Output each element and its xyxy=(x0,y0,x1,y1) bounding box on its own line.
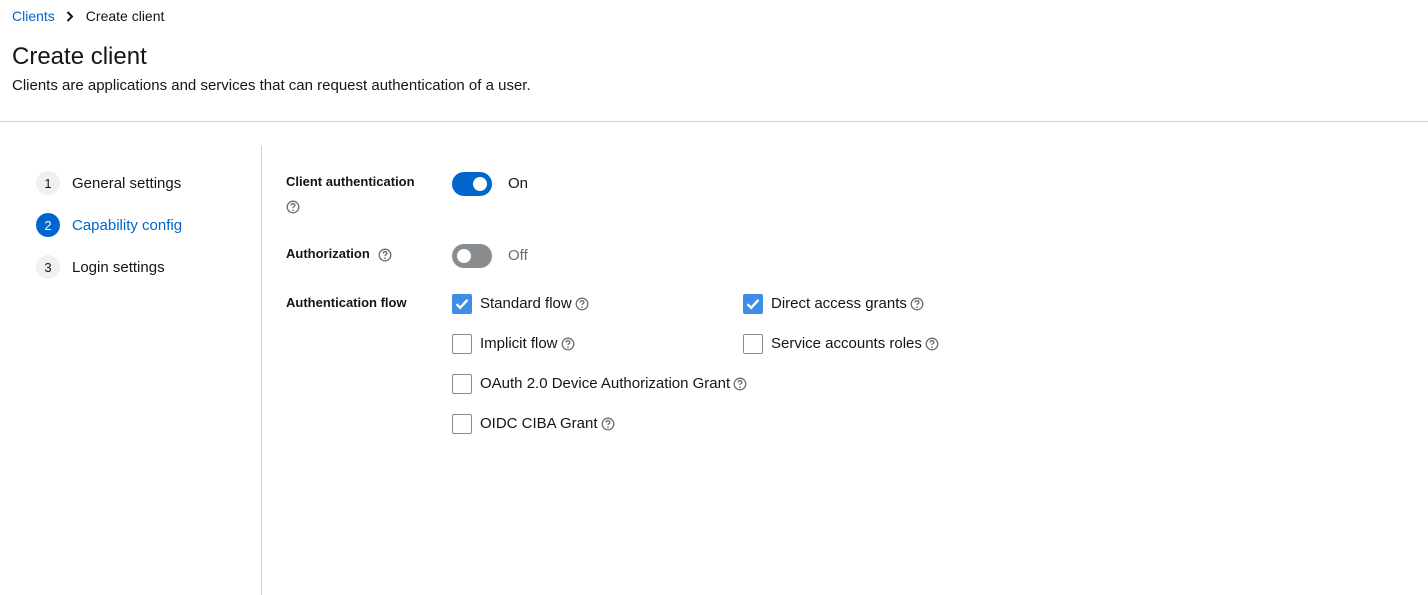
direct-access-grants-label[interactable]: Direct access grants xyxy=(771,294,907,314)
help-icon[interactable] xyxy=(733,377,747,391)
oauth-device-authorization-grant-option: OAuth 2.0 Device Authorization Grant xyxy=(452,374,747,394)
help-icon[interactable] xyxy=(925,337,939,351)
standard-flow-checkbox[interactable] xyxy=(452,294,472,314)
chevron-right-icon xyxy=(66,10,74,22)
client-authentication-label: Client authentication xyxy=(286,173,415,214)
implicit-flow-option: Implicit flow xyxy=(452,334,575,354)
wizard-step-general-settings[interactable]: 1 General settings xyxy=(36,170,251,196)
standard-flow-option: Standard flow xyxy=(452,294,589,314)
direct-access-grants-checkbox[interactable] xyxy=(743,294,763,314)
step-number: 2 xyxy=(36,213,60,237)
step-label: General settings xyxy=(72,174,182,192)
implicit-flow-label[interactable]: Implicit flow xyxy=(480,334,558,354)
step-label: Login settings xyxy=(72,258,165,276)
service-accounts-roles-checkbox[interactable] xyxy=(743,334,763,354)
create-client-page: Clients Create client Create client Clie… xyxy=(0,0,1428,595)
client-authentication-state: On xyxy=(508,175,529,192)
wizard-nav: 1 General settings 2 Capability config 3… xyxy=(36,170,251,296)
breadcrumb: Clients Create client xyxy=(12,7,164,25)
step-label: Capability config xyxy=(72,216,183,234)
service-accounts-roles-label[interactable]: Service accounts roles xyxy=(771,334,922,354)
authorization-label: Authorization xyxy=(286,245,392,263)
authorization-switch[interactable] xyxy=(452,244,492,268)
standard-flow-label[interactable]: Standard flow xyxy=(480,294,572,314)
step-number: 3 xyxy=(36,255,60,279)
authentication-flow-label: Authentication flow xyxy=(286,295,407,310)
header-divider xyxy=(0,121,1428,122)
help-icon[interactable] xyxy=(561,337,575,351)
oauth-device-authorization-grant-checkbox[interactable] xyxy=(452,374,472,394)
page-title: Create client xyxy=(12,43,147,70)
client-authentication-switch[interactable] xyxy=(452,172,492,196)
help-icon[interactable] xyxy=(910,297,924,311)
step-number: 1 xyxy=(36,171,60,195)
help-icon[interactable] xyxy=(575,297,589,311)
oidc-ciba-grant-label[interactable]: OIDC CIBA Grant xyxy=(480,414,598,434)
breadcrumb-current: Create client xyxy=(85,8,165,24)
help-icon[interactable] xyxy=(601,417,615,431)
checkmark-icon xyxy=(455,298,469,310)
wizard-divider xyxy=(261,146,262,595)
direct-access-grants-option: Direct access grants xyxy=(743,294,924,314)
oidc-ciba-grant-option: OIDC CIBA Grant xyxy=(452,414,615,434)
breadcrumb-link-clients[interactable]: Clients xyxy=(12,8,55,24)
client-authentication-label-text: Client authentication xyxy=(286,174,415,189)
authorization-state: Off xyxy=(508,247,528,264)
switch-knob xyxy=(473,177,487,191)
authorization-label-text: Authorization xyxy=(286,246,370,261)
service-accounts-roles-option: Service accounts roles xyxy=(743,334,939,354)
wizard-step-login-settings[interactable]: 3 Login settings xyxy=(36,254,251,280)
implicit-flow-checkbox[interactable] xyxy=(452,334,472,354)
oidc-ciba-grant-checkbox[interactable] xyxy=(452,414,472,434)
oauth-device-authorization-grant-label[interactable]: OAuth 2.0 Device Authorization Grant xyxy=(480,374,730,394)
checkmark-icon xyxy=(746,298,760,310)
wizard-step-capability-config[interactable]: 2 Capability config xyxy=(36,212,251,238)
switch-knob xyxy=(457,249,471,263)
help-icon[interactable] xyxy=(378,248,392,262)
help-icon[interactable] xyxy=(286,200,300,214)
page-description: Clients are applications and services th… xyxy=(12,77,531,94)
